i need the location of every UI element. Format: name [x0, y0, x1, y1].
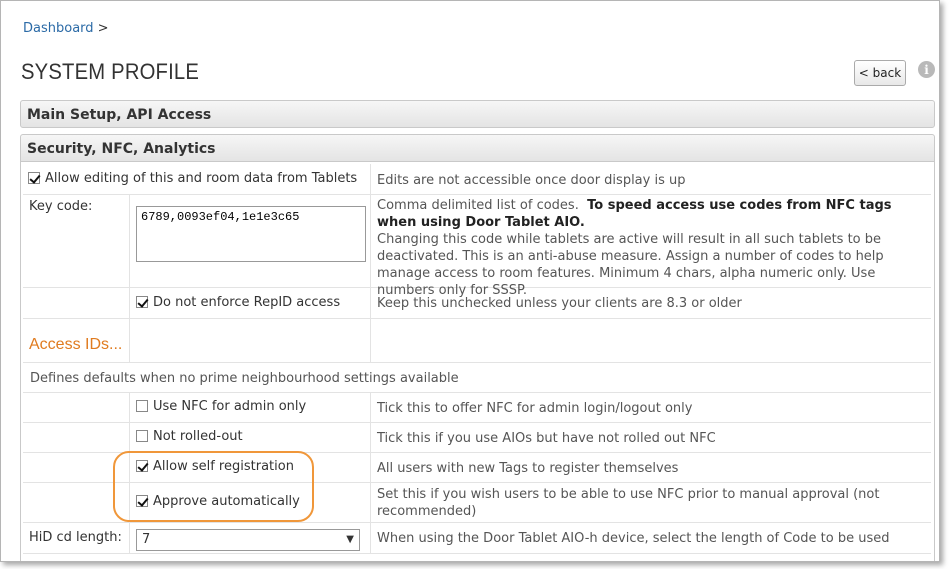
nfc-admin-checkbox[interactable] — [136, 400, 148, 412]
not-rolled-desc-cell: Tick this if you use AIOs but have not r… — [371, 423, 931, 452]
self-reg-desc: All users with new Tags to register them… — [377, 461, 679, 476]
allow-editing-cell: Allow editing of this and room data from… — [23, 164, 371, 194]
allow-editing-checkbox[interactable] — [28, 172, 40, 184]
allow-editing-desc: Edits are not accessible once door displ… — [377, 173, 686, 188]
key-code-label-cell: Key code: — [23, 195, 130, 287]
not-rolled-empty-cell — [23, 423, 130, 452]
page-title: SYSTEM PROFILE — [21, 59, 200, 84]
repid-empty-cell — [23, 288, 130, 318]
row-defaults: Defines defaults when no prime neighbour… — [23, 363, 931, 393]
highlight-ring — [113, 451, 314, 522]
defaults-text: Defines defaults when no prime neighbour… — [30, 371, 459, 386]
not-rolled-label: Not rolled-out — [153, 429, 243, 444]
hid-length-select[interactable]: 7 ▼ — [136, 529, 360, 551]
hid-label-cell: HiD cd length: — [23, 523, 130, 553]
row-hid-length: HiD cd length: 7 ▼ When using the Door T… — [23, 523, 931, 554]
approve-desc: Set this if you wish users to be able to… — [377, 487, 880, 519]
nfc-admin-desc: Tick this to offer NFC for admin login/l… — [377, 401, 693, 416]
approve-desc-cell: Set this if you wish users to be able to… — [371, 483, 931, 522]
hid-label: HiD cd length: — [29, 530, 122, 545]
hid-select-value: 7 — [142, 532, 151, 547]
allow-editing-label: Allow editing of this and room data from… — [45, 171, 358, 186]
not-rolled-checkbox[interactable] — [136, 430, 148, 442]
repid-cell: Do not enforce RepID access — [130, 288, 371, 318]
row-repid: Do not enforce RepID access Keep this un… — [23, 288, 931, 319]
access-ids-cell: Access IDs... — [23, 319, 130, 362]
hid-select-cell: 7 ▼ — [130, 523, 371, 553]
nfc-admin-empty-cell — [23, 393, 130, 422]
back-button[interactable]: < back — [854, 60, 906, 86]
repid-desc-cell: Keep this unchecked unless your clients … — [371, 288, 931, 318]
nfc-admin-option[interactable]: Use NFC for admin only — [136, 399, 306, 414]
repid-desc: Keep this unchecked unless your clients … — [377, 296, 742, 311]
row-allow-editing: Allow editing of this and room data from… — [23, 164, 931, 195]
breadcrumb-separator: > — [97, 21, 109, 36]
nfc-admin-cell: Use NFC for admin only — [130, 393, 371, 422]
repid-checkbox[interactable] — [136, 296, 148, 308]
not-rolled-desc: Tick this if you use AIOs but have not r… — [377, 431, 716, 446]
section-security-nfc[interactable]: Security, NFC, Analytics — [20, 134, 935, 162]
nfc-admin-label: Use NFC for admin only — [153, 399, 307, 414]
breadcrumb-dashboard-link[interactable]: Dashboard — [23, 21, 94, 36]
hid-desc-cell: When using the Door Tablet AIO-h device,… — [371, 523, 931, 553]
key-code-input-cell: 6789,0093ef04,1e1e3c65 — [130, 195, 371, 287]
system-profile-window: Dashboard > SYSTEM PROFILE < back i Main… — [0, 0, 940, 562]
chevron-down-icon: ▼ — [346, 534, 354, 545]
row-nfc-admin: Use NFC for admin only Tick this to offe… — [23, 393, 931, 423]
allow-editing-desc-cell: Edits are not accessible once door displ… — [371, 164, 931, 194]
key-code-field[interactable]: 6789,0093ef04,1e1e3c65 — [136, 206, 366, 262]
row-access-ids: Access IDs... — [23, 319, 931, 363]
not-rolled-option[interactable]: Not rolled-out — [136, 429, 243, 444]
not-rolled-cell: Not rolled-out — [130, 423, 371, 452]
access-ids-heading: Access IDs... — [29, 336, 123, 353]
row-key-code: Key code: 6789,0093ef04,1e1e3c65 Comma d… — [23, 195, 931, 298]
hid-desc: When using the Door Tablet AIO-h device,… — [377, 531, 890, 546]
key-code-desc-plain: Comma delimited list of codes. — [377, 198, 579, 213]
section-main-setup[interactable]: Main Setup, API Access — [20, 100, 935, 128]
access-ids-empty-desc — [371, 319, 931, 362]
info-icon[interactable]: i — [918, 61, 935, 78]
repid-option[interactable]: Do not enforce RepID access — [136, 295, 340, 310]
key-code-desc-cell: Comma delimited list of codes. To speed … — [371, 195, 931, 298]
breadcrumb: Dashboard > — [23, 21, 109, 36]
key-code-label: Key code: — [29, 199, 93, 214]
self-reg-desc-cell: All users with new Tags to register them… — [371, 453, 931, 482]
row-not-rolled: Not rolled-out Tick this if you use AIOs… — [23, 423, 931, 453]
key-code-desc: Comma delimited list of codes. To speed … — [371, 195, 931, 299]
nfc-admin-desc-cell: Tick this to offer NFC for admin login/l… — [371, 393, 931, 422]
access-ids-empty-cell — [130, 319, 371, 362]
repid-label: Do not enforce RepID access — [153, 295, 341, 310]
allow-editing-option[interactable]: Allow editing of this and room data from… — [28, 171, 357, 186]
